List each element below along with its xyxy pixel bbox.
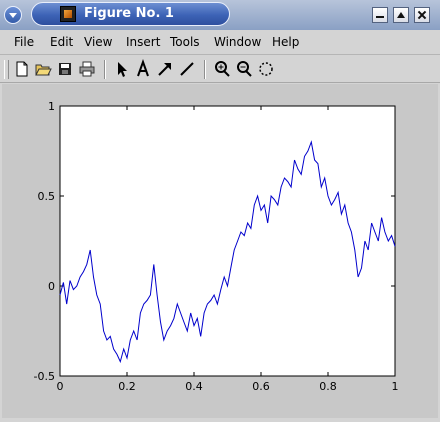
toolbar-separator — [204, 60, 206, 79]
maximize-button[interactable] — [393, 7, 409, 23]
x-tick-label: 1 — [392, 380, 399, 393]
y-tick-label: 0.5 — [38, 190, 56, 203]
x-tick-label: 0.4 — [185, 380, 203, 393]
toolbar-separator — [104, 60, 106, 79]
figure-window: Figure No. 1 File Edit View Insert Tools… — [0, 0, 440, 422]
menu-window[interactable]: Window — [214, 35, 261, 49]
toolbar-grip[interactable] — [4, 60, 9, 79]
save-icon[interactable] — [55, 59, 75, 79]
zoom-in-icon[interactable] — [212, 59, 232, 79]
new-file-icon[interactable] — [12, 59, 32, 79]
select-arrow-icon[interactable] — [112, 59, 132, 79]
close-button[interactable] — [414, 7, 430, 23]
menu-help[interactable]: Help — [272, 35, 299, 49]
menu-bar: File Edit View Insert Tools Window Help — [0, 30, 440, 55]
plot-svg[interactable]: 0 0.2 0.4 0.6 0.8 1-0.500.51 — [2, 84, 438, 418]
axes-background — [59, 105, 396, 377]
menu-edit[interactable]: Edit — [50, 35, 73, 49]
insert-line-icon[interactable] — [177, 59, 197, 79]
minimize-button[interactable] — [372, 7, 388, 23]
rotate-icon[interactable] — [256, 59, 276, 79]
x-tick-label: 0.8 — [319, 380, 337, 393]
insert-text-icon[interactable] — [133, 59, 153, 79]
title-bar[interactable]: Figure No. 1 — [0, 0, 440, 30]
matlab-app-icon — [60, 6, 76, 22]
menu-insert[interactable]: Insert — [126, 35, 160, 49]
x-tick-label: 0.2 — [118, 380, 136, 393]
insert-arrow-icon[interactable] — [155, 59, 175, 79]
y-tick-label: 0 — [48, 280, 55, 293]
y-tick-label: 1 — [48, 100, 55, 113]
print-icon[interactable] — [77, 59, 97, 79]
window-bottom-border — [0, 418, 440, 422]
open-file-icon[interactable] — [33, 59, 53, 79]
zoom-out-icon[interactable] — [234, 59, 254, 79]
figure-toolbar — [0, 56, 440, 83]
y-tick-label: -0.5 — [34, 370, 55, 383]
menu-tools[interactable]: Tools — [170, 35, 200, 49]
window-title: Figure No. 1 — [84, 6, 174, 21]
figure-canvas[interactable]: 0 0.2 0.4 0.6 0.8 1 -0.5 0 0.5 1 — [2, 84, 438, 418]
x-tick-label: 0.6 — [252, 380, 270, 393]
menu-file[interactable]: File — [14, 35, 34, 49]
window-menu-button[interactable] — [4, 6, 22, 24]
x-tick-label: 0 — [57, 380, 64, 393]
menu-view[interactable]: View — [84, 35, 112, 49]
